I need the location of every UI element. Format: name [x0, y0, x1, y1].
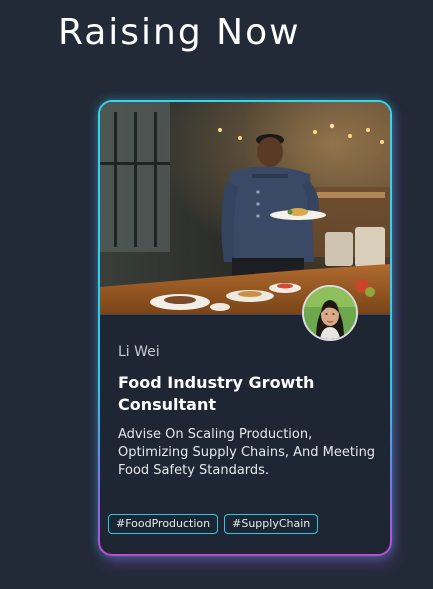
- avatar[interactable]: [302, 285, 358, 341]
- section-title: Raising Now: [58, 12, 301, 53]
- consultant-name: Li Wei: [118, 344, 160, 360]
- consultant-card[interactable]: Li Wei Food Industry Growth Consultant A…: [98, 100, 392, 556]
- card-description: Advise On Scaling Production, Optimizing…: [118, 427, 376, 478]
- tag-supply-chain[interactable]: #SupplyChain: [224, 514, 319, 534]
- card-title[interactable]: Food Industry Growth Consultant: [118, 372, 368, 416]
- tag-food-production[interactable]: #FoodProduction: [108, 514, 219, 534]
- hero-image: [100, 102, 390, 315]
- tag-list: #FoodProduction #SupplyChain: [108, 514, 319, 534]
- card-body[interactable]: Li Wei Food Industry Growth Consultant A…: [100, 102, 390, 554]
